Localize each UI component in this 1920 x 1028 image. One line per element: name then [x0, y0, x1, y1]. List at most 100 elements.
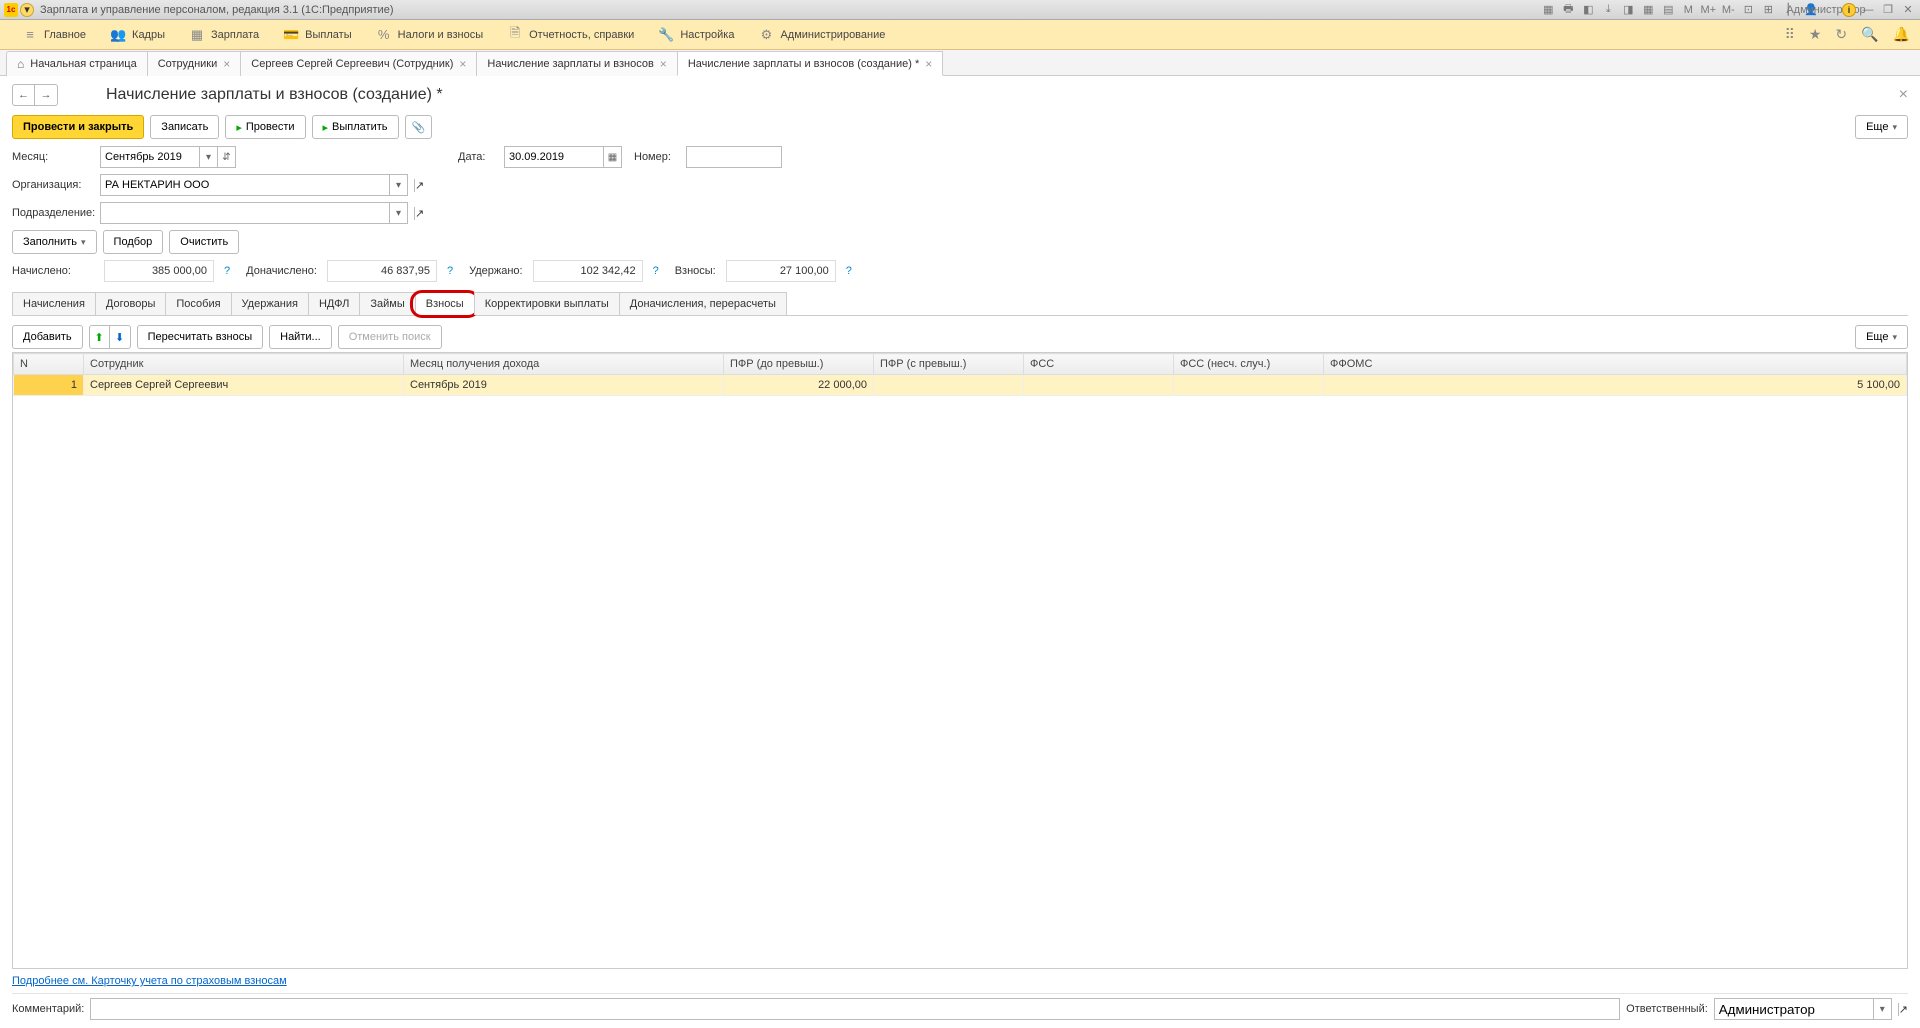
- tab-payroll-create[interactable]: Начисление зарплаты и взносов (создание)…: [677, 51, 943, 76]
- dropdown-icon[interactable]: ▾: [390, 202, 408, 224]
- tab-employees[interactable]: Сотрудники×: [147, 51, 242, 76]
- tb-search-icon[interactable]: ⊞: [1760, 2, 1776, 18]
- col-pfr-before[interactable]: ПФР (до превыш.): [724, 354, 874, 375]
- info-icon[interactable]: i: [1842, 3, 1856, 17]
- nav-forward-icon[interactable]: →: [35, 85, 57, 105]
- tb-m-icon[interactable]: M: [1680, 2, 1696, 18]
- help-icon[interactable]: ?: [224, 265, 230, 277]
- tab-ndfl[interactable]: НДФЛ: [308, 292, 360, 315]
- tb-icon-3[interactable]: ◧: [1580, 2, 1596, 18]
- number-input[interactable]: [686, 146, 782, 168]
- tab-deductions[interactable]: Удержания: [231, 292, 309, 315]
- save-button[interactable]: Записать: [150, 115, 219, 139]
- col-pfr-after[interactable]: ПФР (с превыш.): [874, 354, 1024, 375]
- open-ref-icon[interactable]: ↗: [414, 207, 424, 220]
- cell-pfr-after[interactable]: [874, 375, 1024, 396]
- post-and-close-button[interactable]: Провести и закрыть: [12, 115, 144, 139]
- tb-icon-1[interactable]: ▦: [1540, 2, 1556, 18]
- tb-save-icon[interactable]: ⤓: [1600, 2, 1616, 18]
- attach-button[interactable]: 📎: [405, 115, 433, 139]
- tb-help-icon[interactable]: ⊡: [1740, 2, 1756, 18]
- date-input[interactable]: [504, 146, 604, 168]
- calendar-picker-icon[interactable]: ▦: [604, 146, 622, 168]
- user-label[interactable]: 👤 Администратор: [1800, 2, 1838, 18]
- fill-button[interactable]: Заполнить ▾: [12, 230, 97, 254]
- month-picker-icon[interactable]: ▾: [200, 146, 218, 168]
- tb-compare-icon[interactable]: ◨: [1620, 2, 1636, 18]
- tb-m-minus-icon[interactable]: M-: [1720, 2, 1736, 18]
- tab-recalculations[interactable]: Доначисления, перерасчеты: [619, 292, 787, 315]
- col-employee[interactable]: Сотрудник: [84, 354, 404, 375]
- star-icon[interactable]: ★: [1809, 26, 1822, 43]
- tab-home[interactable]: ⌂Начальная страница: [6, 51, 148, 76]
- close-icon[interactable]: ×: [925, 57, 932, 71]
- history-icon[interactable]: ↻: [1835, 26, 1847, 43]
- tb-calendar-icon[interactable]: ▦: [1640, 2, 1656, 18]
- recalc-button[interactable]: Пересчитать взносы: [137, 325, 264, 349]
- tab-loans[interactable]: Займы: [359, 292, 415, 315]
- menu-admin[interactable]: ⚙Администрирование: [746, 20, 897, 49]
- table-row[interactable]: 1 Сергеев Сергей Сергеевич Сентябрь 2019…: [14, 375, 1907, 396]
- find-button[interactable]: Найти...: [269, 325, 332, 349]
- open-ref-icon[interactable]: ↗: [414, 179, 424, 192]
- maximize-icon[interactable]: ❐: [1880, 2, 1896, 18]
- cell-ffoms[interactable]: 5 100,00: [1324, 375, 1907, 396]
- cell-month[interactable]: Сентябрь 2019: [404, 375, 724, 396]
- tb-print-icon[interactable]: 🖶: [1560, 2, 1576, 18]
- apps-grid-icon[interactable]: ⠿: [1785, 26, 1795, 43]
- tb-m-plus-icon[interactable]: M+: [1700, 2, 1716, 18]
- menu-settings[interactable]: 🔧Настройка: [646, 20, 746, 49]
- col-month[interactable]: Месяц получения дохода: [404, 354, 724, 375]
- tab-benefits[interactable]: Пособия: [165, 292, 231, 315]
- clear-button[interactable]: Очистить: [169, 230, 239, 254]
- dept-input[interactable]: [100, 202, 390, 224]
- col-n[interactable]: N: [14, 354, 84, 375]
- nav-back-icon[interactable]: ←: [13, 85, 35, 105]
- menu-taxes[interactable]: %Налоги и взносы: [364, 20, 496, 49]
- close-icon[interactable]: ×: [459, 57, 466, 71]
- move-down-icon[interactable]: ⬇: [110, 326, 130, 348]
- cell-pfr-before[interactable]: 22 000,00: [724, 375, 874, 396]
- cell-employee[interactable]: Сергеев Сергей Сергеевич: [84, 375, 404, 396]
- menu-reports[interactable]: 🗎Отчетность, справки: [495, 20, 646, 49]
- cancel-find-button[interactable]: Отменить поиск: [338, 325, 442, 349]
- cell-fss[interactable]: [1024, 375, 1174, 396]
- tab-contributions[interactable]: Взносы: [415, 292, 475, 315]
- pay-button[interactable]: ▸Выплатить: [312, 115, 399, 139]
- dropdown-icon[interactable]: ▾: [1874, 998, 1892, 1020]
- help-icon[interactable]: ?: [846, 265, 852, 277]
- minimize-icon[interactable]: —: [1860, 2, 1876, 18]
- col-fss-accident[interactable]: ФСС (несч. случ.): [1174, 354, 1324, 375]
- tab-accruals[interactable]: Начисления: [12, 292, 96, 315]
- bell-icon[interactable]: 🔔: [1893, 26, 1910, 43]
- cell-fss-accident[interactable]: [1174, 375, 1324, 396]
- search-icon[interactable]: 🔍: [1861, 26, 1878, 43]
- close-window-icon[interactable]: ✕: [1900, 2, 1916, 18]
- tab-pay-adjustments[interactable]: Корректировки выплаты: [474, 292, 620, 315]
- close-icon[interactable]: ×: [660, 57, 667, 71]
- col-ffoms[interactable]: ФФОМС: [1324, 354, 1907, 375]
- post-button[interactable]: ▸Провести: [225, 115, 305, 139]
- help-icon[interactable]: ?: [653, 265, 659, 277]
- menu-payments[interactable]: 💳Выплаты: [271, 20, 363, 49]
- tab-contracts[interactable]: Договоры: [95, 292, 166, 315]
- responsible-input[interactable]: [1714, 998, 1874, 1020]
- close-icon[interactable]: ×: [223, 57, 230, 71]
- table-more-button[interactable]: Еще ▾: [1855, 325, 1908, 349]
- details-link[interactable]: Подробнее см. Карточку учета по страховы…: [12, 975, 287, 987]
- tab-payroll-list[interactable]: Начисление зарплаты и взносов×: [476, 51, 677, 76]
- app-menu-dropdown-icon[interactable]: ▾: [20, 3, 34, 17]
- col-fss[interactable]: ФСС: [1024, 354, 1174, 375]
- open-ref-icon[interactable]: ↗: [1898, 1003, 1908, 1016]
- tab-employee-card[interactable]: Сергеев Сергей Сергеевич (Сотрудник)×: [240, 51, 477, 76]
- menu-hr[interactable]: 👥Кадры: [98, 20, 177, 49]
- month-spinner-icon[interactable]: ⇵: [218, 146, 236, 168]
- menu-salary[interactable]: ▦Зарплата: [177, 20, 271, 49]
- comment-input[interactable]: [90, 998, 1620, 1020]
- menu-main[interactable]: ≡Главное: [10, 20, 98, 49]
- close-page-icon[interactable]: ×: [1899, 86, 1908, 104]
- dropdown-icon[interactable]: ▾: [390, 174, 408, 196]
- help-icon[interactable]: ?: [447, 265, 453, 277]
- tb-calc-icon[interactable]: ▤: [1660, 2, 1676, 18]
- month-input[interactable]: [100, 146, 200, 168]
